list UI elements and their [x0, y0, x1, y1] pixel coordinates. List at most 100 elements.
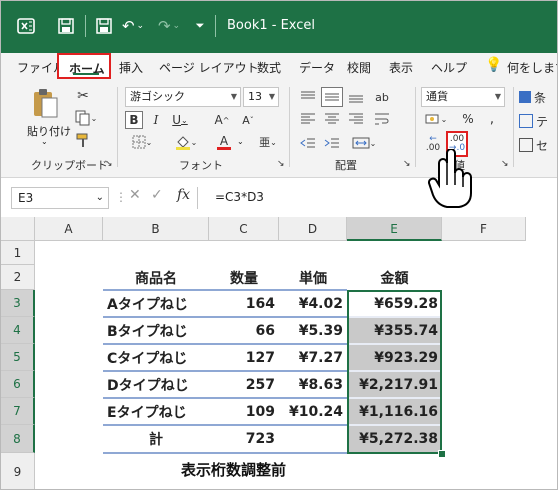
- table-cell[interactable]: Aタイプねじ: [103, 290, 209, 317]
- align-middle-icon[interactable]: [321, 87, 343, 107]
- align-bottom-icon[interactable]: [345, 87, 367, 107]
- row-header[interactable]: 8: [1, 425, 35, 453]
- clipboard-launcher-icon[interactable]: ↘: [105, 159, 113, 169]
- row-header[interactable]: 3: [1, 290, 35, 317]
- comma-style-icon[interactable]: ,: [481, 109, 503, 129]
- tell-me-search[interactable]: 何をします: [507, 59, 557, 76]
- row-header[interactable]: 5: [1, 344, 35, 371]
- column-header[interactable]: D: [279, 217, 347, 241]
- name-box[interactable]: E3 ⌄: [11, 187, 109, 209]
- align-left-icon[interactable]: [297, 109, 319, 129]
- phonetic-icon[interactable]: 亜 ⌄: [257, 133, 279, 151]
- table-header-cell[interactable]: 金額: [347, 265, 442, 290]
- tab-home[interactable]: ホーム: [57, 53, 111, 79]
- row-header[interactable]: 2: [1, 265, 35, 290]
- insert-function-icon[interactable]: fx: [177, 187, 190, 203]
- format-painter-icon[interactable]: [73, 131, 93, 149]
- orientation-icon[interactable]: ab: [371, 87, 393, 107]
- row-header[interactable]: 9: [1, 453, 35, 489]
- accounting-format-icon[interactable]: ⌄: [421, 109, 451, 129]
- save-icon[interactable]: [55, 13, 77, 39]
- table-cell[interactable]: ¥5.39: [279, 317, 347, 344]
- table-cell[interactable]: 257: [209, 371, 279, 398]
- tab-insert[interactable]: 挿入: [119, 59, 143, 76]
- table-cell[interactable]: 66: [209, 317, 279, 344]
- copy-icon[interactable]: ⌄: [73, 109, 99, 127]
- merge-center-icon[interactable]: ⌄: [347, 133, 381, 153]
- tab-formulas[interactable]: 数式: [257, 59, 281, 76]
- total-amount-cell[interactable]: ¥5,272.38: [347, 425, 442, 453]
- percent-style-icon[interactable]: %: [457, 109, 479, 129]
- decrease-font-icon[interactable]: Aˇ: [237, 111, 259, 129]
- total-label-cell[interactable]: 計: [103, 425, 209, 453]
- align-top-icon[interactable]: [297, 87, 319, 107]
- table-header-cell[interactable]: 単価: [279, 265, 347, 290]
- total-price-cell[interactable]: [279, 425, 347, 453]
- font-size-select[interactable]: 13 ▼: [243, 87, 279, 107]
- table-cell[interactable]: Eタイプねじ: [103, 398, 209, 425]
- undo-icon[interactable]: ↶ ⌄: [119, 13, 147, 39]
- tab-review[interactable]: 校閲: [347, 59, 371, 76]
- align-center-icon[interactable]: [321, 109, 343, 129]
- underline-button[interactable]: U ⌄: [167, 111, 193, 129]
- table-header-cell[interactable]: 商品名: [103, 265, 209, 290]
- cancel-icon[interactable]: ✕: [129, 187, 141, 203]
- column-header[interactable]: F: [442, 217, 526, 241]
- lightbulb-icon[interactable]: 💡: [485, 57, 502, 73]
- total-quantity-cell[interactable]: 723: [209, 425, 279, 453]
- column-header[interactable]: B: [103, 217, 209, 241]
- chevron-down-icon[interactable]: ⌄: [237, 137, 244, 146]
- number-launcher-icon[interactable]: ↘: [501, 159, 509, 169]
- row-header[interactable]: 1: [1, 241, 35, 265]
- format-as-table-button[interactable]: テ: [519, 111, 557, 131]
- save-icon[interactable]: [93, 13, 115, 39]
- row-header[interactable]: 7: [1, 398, 35, 425]
- borders-icon[interactable]: ⌄: [125, 133, 159, 151]
- table-cell[interactable]: Bタイプねじ: [103, 317, 209, 344]
- paste-label[interactable]: 貼り付け: [27, 123, 71, 139]
- table-cell[interactable]: 164: [209, 290, 279, 317]
- row-header[interactable]: 6: [1, 371, 35, 398]
- enter-icon[interactable]: ✓: [151, 187, 163, 203]
- tab-data[interactable]: データ: [299, 59, 335, 76]
- font-name-select[interactable]: 游ゴシック ▼: [125, 87, 241, 107]
- table-header-cell[interactable]: 数量: [209, 265, 279, 290]
- increase-font-icon[interactable]: A ^: [211, 111, 233, 129]
- table-cell[interactable]: ¥2,217.91: [347, 371, 442, 398]
- table-cell[interactable]: ¥4.02: [279, 290, 347, 317]
- decrease-indent-icon[interactable]: [297, 133, 319, 153]
- table-cell[interactable]: 109: [209, 398, 279, 425]
- conditional-formatting-button[interactable]: 条: [519, 87, 557, 107]
- font-launcher-icon[interactable]: ↘: [277, 159, 285, 169]
- redo-icon[interactable]: ↷ ⌄: [155, 13, 183, 39]
- customize-toolbar-icon[interactable]: ⏷: [191, 13, 209, 39]
- table-cell[interactable]: ¥7.27: [279, 344, 347, 371]
- select-all-corner[interactable]: [1, 217, 35, 241]
- italic-button[interactable]: I: [147, 111, 165, 129]
- paste-dropdown-icon[interactable]: ⌄: [41, 137, 48, 146]
- fill-handle[interactable]: [438, 450, 446, 458]
- table-cell[interactable]: ¥1,116.16: [347, 398, 442, 425]
- increase-indent-icon[interactable]: [321, 133, 343, 153]
- number-format-select[interactable]: 通貨 ▼: [421, 87, 505, 107]
- alignment-launcher-icon[interactable]: ↘: [403, 159, 411, 169]
- column-header[interactable]: A: [35, 217, 103, 241]
- table-cell[interactable]: ¥923.29: [347, 344, 442, 371]
- font-color-icon[interactable]: A: [207, 133, 241, 151]
- cell-styles-button[interactable]: セ: [519, 135, 557, 155]
- column-header[interactable]: E: [347, 217, 442, 241]
- table-cell[interactable]: ¥659.28: [347, 290, 442, 317]
- tab-view[interactable]: 表示: [389, 59, 413, 76]
- cut-icon[interactable]: ✂: [73, 87, 93, 105]
- table-cell[interactable]: Dタイプねじ: [103, 371, 209, 398]
- table-cell[interactable]: ¥8.63: [279, 371, 347, 398]
- row-header[interactable]: 4: [1, 317, 35, 344]
- column-header[interactable]: C: [209, 217, 279, 241]
- table-cell[interactable]: ¥355.74: [347, 317, 442, 344]
- wrap-text-icon[interactable]: [371, 109, 393, 129]
- align-right-icon[interactable]: [345, 109, 367, 129]
- paste-icon[interactable]: [29, 87, 61, 119]
- bold-button[interactable]: B: [125, 111, 143, 129]
- table-cell[interactable]: 127: [209, 344, 279, 371]
- table-cell[interactable]: ¥10.24: [279, 398, 347, 425]
